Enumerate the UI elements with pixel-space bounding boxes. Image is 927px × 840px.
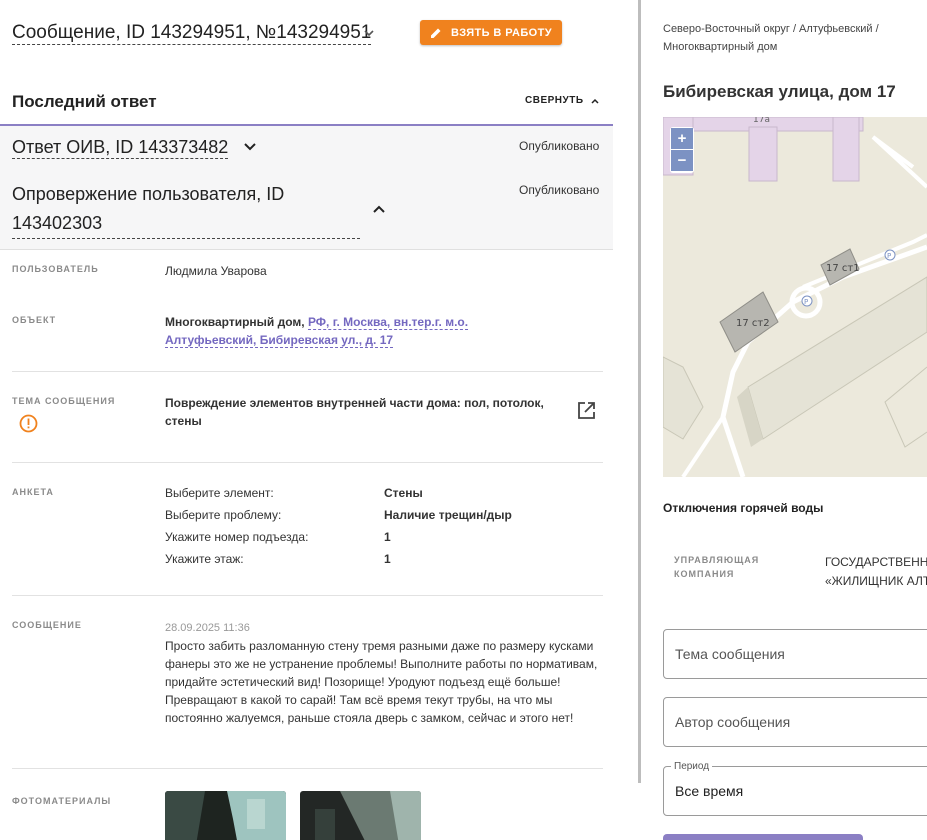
message-detail-panel: Сообщение, ID 143294951, №143294951 ВЗЯТ… [0,0,614,840]
message-text: Просто забить разломанную стену тремя ра… [165,639,598,725]
object-type: Многоквартирный дом, [165,315,305,329]
divider [12,371,603,372]
map-zoom-controls: + − [670,127,694,173]
message-title[interactable]: Сообщение, ID 143294951, №143294951 [12,22,372,45]
object-info-panel: Северо-Восточный округ / Алтуфьевский / … [641,0,927,840]
photo-thumbnail[interactable] [165,791,286,840]
collapse-button[interactable]: СВЕРНУТЬ [525,95,600,106]
survey-answer: Наличие трещин/дыр [384,508,512,522]
take-to-work-button[interactable]: ВЗЯТЬ В РАБОТУ [420,20,562,45]
take-to-work-label: ВЗЯТЬ В РАБОТУ [451,26,552,39]
divider [12,595,603,596]
map-label: 17 ст2 [736,318,770,329]
chevron-up-icon[interactable] [372,202,386,216]
divider [12,462,603,463]
warning-icon [19,414,38,433]
answer-title-oiv[interactable]: Ответ ОИВ, ID 143373482 [12,136,229,159]
object-address-link[interactable]: РФ, г. Москва, вн.тер.г. м.о. [307,315,469,330]
zoom-in-button[interactable]: + [671,128,693,149]
user-label: ПОЛЬЗОВАТЕЛЬ [12,264,99,274]
last-answer-heading: Последний ответ [12,92,157,111]
collapse-label: СВЕРНУТЬ [525,95,584,106]
management-company-value: ГОСУДАРСТВЕНН «ЖИЛИЩНИК АЛТ [825,553,927,591]
topic-value: Повреждение элементов внутренней части д… [165,396,544,428]
photos-label: ФОТОМАТЕРИАЛЫ [12,796,112,806]
zoom-out-button[interactable]: − [671,150,693,171]
user-value: Людмила Уварова [165,264,267,278]
chevron-up-icon [591,98,599,104]
pencil-icon [431,28,441,38]
chevron-down-icon[interactable] [362,26,376,40]
survey-question: Укажите этаж: [165,552,244,566]
map-label: 17 ст1 [826,263,860,274]
breadcrumb: Северо-Восточный округ / Алтуфьевский / … [663,23,879,53]
status-badge: Опубликовано [519,139,600,153]
management-company-line: ГОСУДАРСТВЕНН [825,555,927,569]
photo-thumbnail[interactable] [300,791,421,840]
object-address: Бибиревская улица, дом 17 [663,82,896,101]
map-label: 17а [753,117,770,125]
management-company-line: «ЖИЛИЩНИК АЛТ [825,574,927,588]
object-address-link[interactable]: Алтуфьевский, Бибиревская ул., д. 17 [165,333,394,348]
author-filter-input[interactable]: Автор сообщения [663,697,927,747]
answer-title-refutation[interactable]: Опровержение пользователя, ID 143402303 [12,180,360,239]
status-badge: Опубликовано [519,183,600,197]
apply-filter-button[interactable] [663,834,863,840]
object-value: Многоквартирный дом, РФ, г. Москва, вн.т… [165,313,495,349]
hot-water-outages-link[interactable]: Отключения горячей воды [663,501,823,515]
survey-answer: 1 [384,552,391,566]
topic-filter-input[interactable]: Тема сообщения [663,629,927,679]
management-company-label: УПРАВЛЯЮЩАЯ КОМПАНИЯ [674,555,760,579]
topic-label: ТЕМА СООБЩЕНИЯ [12,396,116,406]
survey-answer: Стены [384,486,423,500]
object-label: ОБЪЕКТ [12,315,57,325]
period-select[interactable]: Все время [663,766,927,816]
survey-answer: 1 [384,530,391,544]
survey-question: Укажите номер подъезда: [165,530,309,544]
period-label: Период [671,761,713,772]
parking-icon: P [887,252,891,260]
chevron-down-icon[interactable] [243,140,257,154]
survey-label: АНКЕТА [12,487,54,497]
survey-question: Выберите проблему: [165,508,282,522]
message-date: 28.09.2025 11:36 [165,622,250,634]
answers-list: Ответ ОИВ, ID 143373482 Опубликовано Опр… [0,126,613,250]
parking-icon: P [804,298,808,306]
map-canvas: 17а 17 ст1 17 ст2 P P [663,117,927,477]
map[interactable]: 17а 17 ст1 17 ст2 P P + − [663,117,927,477]
message-label: СООБЩЕНИЕ [12,620,82,630]
external-link-icon[interactable] [577,401,596,420]
divider [12,768,603,769]
survey-question: Выберите элемент: [165,486,274,500]
